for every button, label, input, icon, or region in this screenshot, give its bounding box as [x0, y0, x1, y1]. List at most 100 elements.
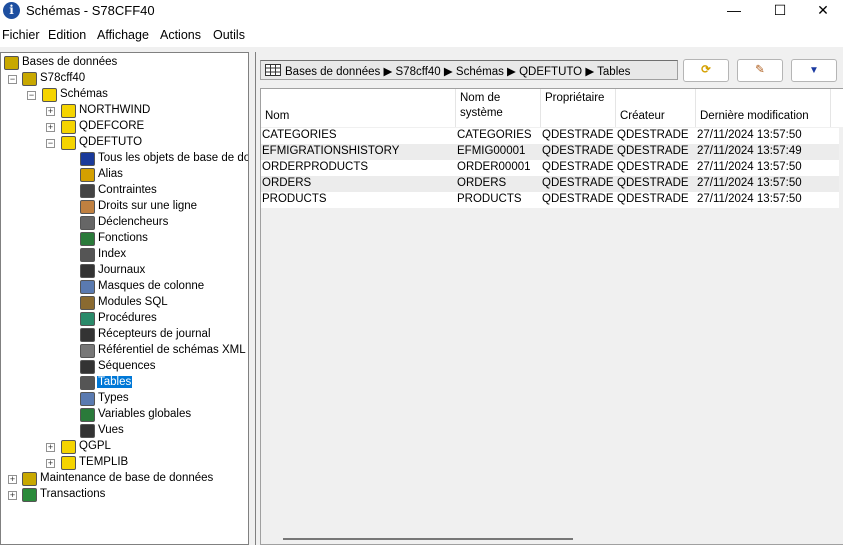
table-cell: QDESTRADE: [617, 177, 689, 189]
tree-item[interactable]: Types: [1, 391, 248, 407]
table-cell: ORDERS: [262, 177, 312, 189]
expand-icon[interactable]: +: [46, 443, 55, 452]
columns-button[interactable]: ✎: [737, 59, 783, 82]
tree-item[interactable]: Fonctions: [1, 231, 248, 247]
table-cell: 27/11/2024 13:57:49: [697, 145, 802, 157]
table-cell: CATEGORIES: [457, 129, 532, 141]
tree-item[interactable]: Masques de colonne: [1, 279, 248, 295]
schema-icon: [61, 136, 76, 150]
refresh-icon: ⟳: [701, 64, 711, 76]
collapse-icon[interactable]: −: [27, 91, 36, 100]
menu-actions[interactable]: Actions: [160, 28, 201, 42]
expand-icon[interactable]: +: [46, 107, 55, 116]
global-variables-icon: [80, 408, 95, 422]
tree-item-label: Référentiel de schémas XML (XSR): [98, 344, 248, 356]
schema-icon: [61, 104, 76, 118]
tree-item-label: NORTHWIND: [79, 104, 151, 116]
table-cell: QDESTRADE: [542, 177, 614, 189]
functions-icon: [80, 232, 95, 246]
tree-item[interactable]: + TEMPLIB: [1, 455, 248, 471]
table-cell: EFMIG00001: [457, 145, 526, 157]
tree-item[interactable]: − Schémas: [1, 87, 248, 103]
column-header-more[interactable]: [831, 89, 843, 127]
maximize-button[interactable]: ☐: [757, 0, 803, 22]
collapse-icon[interactable]: −: [46, 139, 55, 148]
tree-item[interactable]: Séquences: [1, 359, 248, 375]
menu-fichier[interactable]: Fichier: [2, 28, 40, 42]
tree-item[interactable]: + Transactions: [1, 487, 248, 503]
horizontal-scrollbar[interactable]: [283, 538, 573, 540]
tree-item-label: Procédures: [98, 312, 157, 324]
alias-icon: [80, 168, 95, 182]
tree-item-label: Bases de données: [22, 56, 118, 68]
expand-icon[interactable]: +: [46, 459, 55, 468]
table-cell: PRODUCTS: [262, 193, 327, 205]
tree-item[interactable]: Alias: [1, 167, 248, 183]
tree-item[interactable]: Récepteurs de journal: [1, 327, 248, 343]
expand-icon[interactable]: +: [46, 123, 55, 132]
table-row[interactable]: EFMIGRATIONSHISTORY EFMIG00001 QDESTRADE QD…: [261, 144, 839, 160]
tree-item[interactable]: Tables: [1, 375, 248, 391]
table-icon: [265, 64, 281, 76]
tree-item-label: Schémas: [60, 88, 108, 100]
tree-item[interactable]: Modules SQL: [1, 295, 248, 311]
tree-item[interactable]: Vues: [1, 423, 248, 439]
tree-item[interactable]: Droits sur une ligne: [1, 199, 248, 215]
tree-item[interactable]: Index: [1, 247, 248, 263]
row-rights-icon: [80, 200, 95, 214]
table-row[interactable]: CATEGORIES CATEGORIES QDESTRADE QDESTRADE 27…: [261, 128, 839, 144]
tables-list[interactable]: Nom Nom de système Propriétaire Créateur…: [260, 88, 843, 545]
tree-item[interactable]: Déclencheurs: [1, 215, 248, 231]
tree-item[interactable]: + NORTHWIND: [1, 103, 248, 119]
triggers-icon: [80, 216, 95, 230]
column-header-createur[interactable]: Créateur: [616, 89, 696, 127]
filter-button[interactable]: ▼: [791, 59, 837, 82]
tree-item-label: Vues: [98, 424, 124, 436]
column-header-proprietaire[interactable]: Propriétaire: [541, 89, 616, 127]
tree-item[interactable]: + QGPL: [1, 439, 248, 455]
table-cell: QDESTRADE: [542, 161, 614, 173]
expand-icon[interactable]: +: [8, 491, 17, 500]
column-header-derniere-modification[interactable]: Dernière modification: [696, 89, 831, 127]
minimize-button[interactable]: —: [711, 0, 757, 22]
refresh-button[interactable]: ⟳: [683, 59, 729, 82]
table-cell: ORDER00001: [457, 161, 531, 173]
column-header-nom[interactable]: Nom: [261, 89, 456, 127]
tree-item-label: Tous les objets de base de données: [98, 152, 248, 164]
edit-columns-icon: ✎: [755, 64, 765, 76]
menu-edition[interactable]: Edition: [48, 28, 86, 42]
tree-item[interactable]: Variables globales: [1, 407, 248, 423]
table-row[interactable]: ORDERS ORDERS QDESTRADE QDESTRADE 27/11/2024…: [261, 176, 839, 192]
table-row[interactable]: ORDERPRODUCTS ORDER00001 QDESTRADE QDESTRAD…: [261, 160, 839, 176]
navigation-tree[interactable]: Bases de données − S78cff40− Schémas + NORTHW…: [0, 52, 249, 545]
column-header-nom-systeme[interactable]: Nom de système: [456, 89, 541, 127]
expand-icon[interactable]: +: [8, 475, 17, 484]
tree-item[interactable]: Bases de données: [1, 55, 248, 71]
table-row[interactable]: PRODUCTS PRODUCTS QDESTRADE QDESTRADE 27/11/…: [261, 192, 839, 208]
sql-modules-icon: [80, 296, 95, 310]
tree-item[interactable]: + Maintenance de base de données: [1, 471, 248, 487]
tree-item[interactable]: Référentiel de schémas XML (XSR): [1, 343, 248, 359]
menu-outils[interactable]: Outils: [213, 28, 245, 42]
tree-item[interactable]: − S78cff40: [1, 71, 248, 87]
collapse-icon[interactable]: −: [8, 75, 17, 84]
tree-item-label: Séquences: [98, 360, 156, 372]
close-button[interactable]: ✕: [800, 0, 843, 22]
window-title: Schémas - S78CFF40: [26, 3, 155, 18]
folder-icon: [42, 88, 57, 102]
schema-icon: [61, 440, 76, 454]
tree-item[interactable]: Procédures: [1, 311, 248, 327]
tree-item[interactable]: − QDEFTUTO: [1, 135, 248, 151]
table-cell: QDESTRADE: [617, 145, 689, 157]
all-objects-icon: [80, 152, 95, 166]
tree-item[interactable]: Contraintes: [1, 183, 248, 199]
schema-icon: [61, 120, 76, 134]
filter-icon: ▼: [809, 65, 819, 76]
menu-affichage[interactable]: Affichage: [97, 28, 149, 42]
tree-item[interactable]: Journaux: [1, 263, 248, 279]
procedures-icon: [80, 312, 95, 326]
table-cell: 27/11/2024 13:57:50: [697, 161, 802, 173]
tree-item[interactable]: + QDEFCORE: [1, 119, 248, 135]
tree-item-label: Masques de colonne: [98, 280, 205, 292]
tree-item[interactable]: Tous les objets de base de données: [1, 151, 248, 167]
